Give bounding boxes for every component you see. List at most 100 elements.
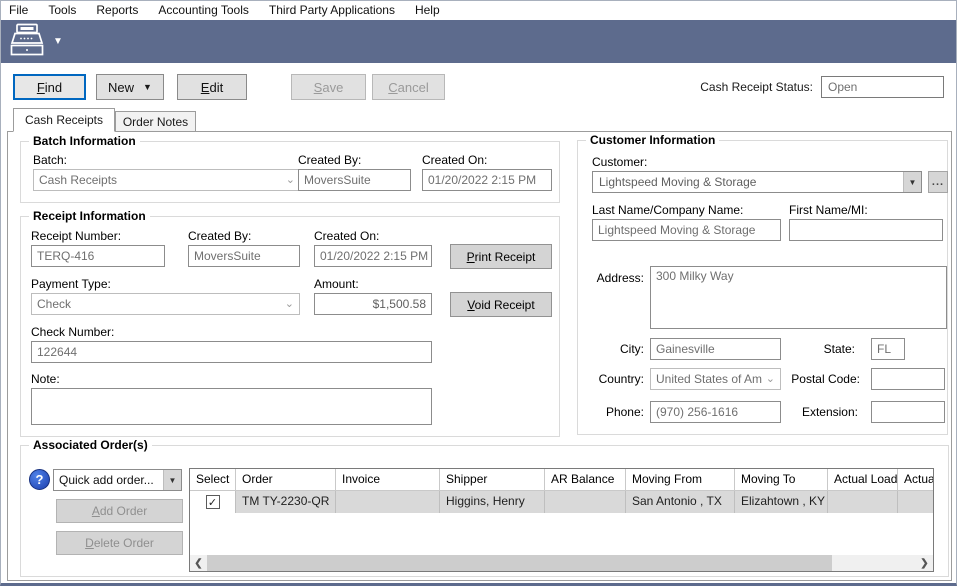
ar-balance-cell	[545, 491, 626, 513]
shipper-cell: Higgins, Henry	[440, 491, 545, 513]
add-order-button[interactable]: Add Order	[56, 499, 183, 523]
save-button[interactable]: Save	[291, 74, 366, 100]
first-name-label: First Name/MI:	[789, 203, 868, 217]
edit-button[interactable]: Edit	[177, 74, 247, 100]
payment-type-label: Payment Type:	[31, 277, 111, 291]
new-button[interactable]: New ▼	[96, 74, 164, 100]
row-checkbox-checked[interactable]: ✓	[206, 495, 220, 509]
tab-cash-receipts[interactable]: Cash Receipts	[13, 108, 115, 132]
new-dropdown-caret-icon[interactable]: ▼	[143, 82, 152, 92]
delete-order-button[interactable]: Delete Order	[56, 531, 183, 555]
order-cell: TM TY-2230-QR	[236, 491, 336, 513]
batch-value: Cash Receipts	[39, 173, 286, 187]
invoice-cell	[336, 491, 440, 513]
batch-created-on-field[interactable]: 01/20/2022 2:15 PM	[422, 169, 552, 191]
tab-order-notes[interactable]: Order Notes	[115, 111, 196, 132]
actual-load-cell	[828, 491, 898, 513]
phone-field[interactable]: (970) 256-1616	[650, 401, 781, 423]
associated-orders-title: Associated Order(s)	[29, 438, 152, 452]
moving-from-cell: San Antonio , TX	[626, 491, 735, 513]
column-header-moving-from[interactable]: Moving From	[626, 469, 735, 491]
actual-other-cell	[898, 491, 934, 513]
note-field[interactable]	[31, 388, 432, 425]
customer-information-group: Customer Information Customer: Lightspee…	[577, 140, 948, 435]
customer-combobox[interactable]: Lightspeed Moving & Storage ▼	[592, 171, 922, 193]
column-header-moving-to[interactable]: Moving To	[735, 469, 828, 491]
grid-horizontal-scrollbar[interactable]: ❮ ❯	[190, 555, 933, 571]
menu-reports[interactable]: Reports	[86, 1, 148, 20]
receipt-number-field[interactable]: TERQ-416	[31, 245, 165, 267]
associated-orders-group: Associated Order(s) ? Quick add order...…	[20, 445, 949, 577]
find-button[interactable]: Find	[13, 74, 86, 100]
find-button-label: F	[37, 80, 45, 95]
receipt-created-on-label: Created On:	[314, 229, 379, 243]
batch-created-by-label: Created By:	[298, 153, 361, 167]
menu-tools[interactable]: Tools	[38, 1, 86, 20]
postal-code-label: Postal Code:	[770, 372, 860, 386]
customer-dropdown-icon[interactable]: ▼	[903, 172, 921, 192]
app-window: File Tools Reports Accounting Tools Thir…	[0, 0, 957, 586]
customer-label: Customer:	[592, 155, 647, 169]
toolbar: ▼	[1, 20, 956, 63]
new-button-label: New	[108, 80, 134, 95]
country-combobox[interactable]: United States of Am ⌄	[650, 368, 781, 390]
receipt-information-title: Receipt Information	[29, 209, 150, 223]
orders-grid-header: Select Order Invoice Shipper AR Balance …	[190, 469, 934, 491]
toolbar-dropdown-caret-icon[interactable]: ▼	[53, 36, 63, 47]
column-header-shipper[interactable]: Shipper	[440, 469, 545, 491]
order-row-select-cell: ✓	[190, 491, 236, 513]
quick-add-order-value: Quick add order...	[59, 473, 163, 487]
cash-receipt-status-field: Open	[821, 76, 944, 98]
cash-register-toolbar-button[interactable]: ▼	[9, 23, 63, 60]
order-row[interactable]: ✓ TM TY-2230-QR Higgins, Henry San Anton…	[190, 491, 934, 513]
customer-value: Lightspeed Moving & Storage	[599, 175, 903, 189]
column-header-actual-load[interactable]: Actual Load	[828, 469, 898, 491]
postal-code-field[interactable]	[871, 368, 945, 390]
menu-file[interactable]: File	[1, 1, 38, 20]
city-label: City:	[586, 342, 644, 356]
receipt-created-by-field[interactable]: MoversSuite	[188, 245, 300, 267]
column-header-invoice[interactable]: Invoice	[336, 469, 440, 491]
print-receipt-button[interactable]: Print Receipt	[450, 244, 552, 269]
customer-browse-button[interactable]: ...	[928, 171, 948, 193]
check-number-field[interactable]: 122644	[31, 341, 432, 363]
state-label: State:	[775, 342, 855, 356]
menu-help[interactable]: Help	[405, 1, 450, 20]
scroll-right-icon[interactable]: ❯	[916, 555, 933, 571]
extension-label: Extension:	[768, 405, 858, 419]
last-name-label: Last Name/Company Name:	[592, 203, 743, 217]
batch-combobox[interactable]: Cash Receipts ⌄	[33, 169, 301, 191]
last-name-field[interactable]: Lightspeed Moving & Storage	[592, 219, 781, 241]
receipt-created-on-field[interactable]: 01/20/2022 2:15 PM	[314, 245, 432, 267]
check-number-label: Check Number:	[31, 325, 114, 339]
payment-type-combobox[interactable]: Check ⌄	[31, 293, 300, 315]
cancel-button[interactable]: Cancel	[372, 74, 445, 100]
state-field[interactable]: FL	[871, 338, 905, 360]
scrollbar-thumb[interactable]	[207, 555, 832, 571]
scrollbar-track[interactable]	[207, 555, 916, 571]
city-field[interactable]: Gainesville	[650, 338, 781, 360]
batch-created-on-label: Created On:	[422, 153, 487, 167]
quick-add-order-dropdown-icon[interactable]: ▼	[163, 470, 181, 490]
scroll-left-icon[interactable]: ❮	[190, 555, 207, 571]
quick-add-order-combobox[interactable]: Quick add order... ▼	[53, 469, 182, 491]
batch-created-by-field[interactable]: MoversSuite	[298, 169, 411, 191]
column-header-actual[interactable]: Actua	[898, 469, 934, 491]
help-icon[interactable]: ?	[29, 469, 50, 490]
menu-accounting-tools[interactable]: Accounting Tools	[148, 1, 259, 20]
void-receipt-button[interactable]: Void Receipt	[450, 292, 552, 317]
country-label: Country:	[586, 372, 644, 386]
first-name-field[interactable]	[789, 219, 943, 241]
address-label: Address:	[586, 271, 644, 285]
payment-type-value: Check	[37, 297, 285, 311]
phone-label: Phone:	[586, 405, 644, 419]
extension-field[interactable]	[871, 401, 945, 423]
column-header-order[interactable]: Order	[236, 469, 336, 491]
menu-third-party-applications[interactable]: Third Party Applications	[259, 1, 405, 20]
column-header-select[interactable]: Select	[190, 469, 236, 491]
amount-field[interactable]: $1,500.58	[314, 293, 432, 315]
column-header-ar-balance[interactable]: AR Balance	[545, 469, 626, 491]
payment-type-dropdown-icon[interactable]: ⌄	[285, 297, 299, 312]
address-field[interactable]: 300 Milky Way	[650, 266, 947, 329]
receipt-number-label: Receipt Number:	[31, 229, 121, 243]
